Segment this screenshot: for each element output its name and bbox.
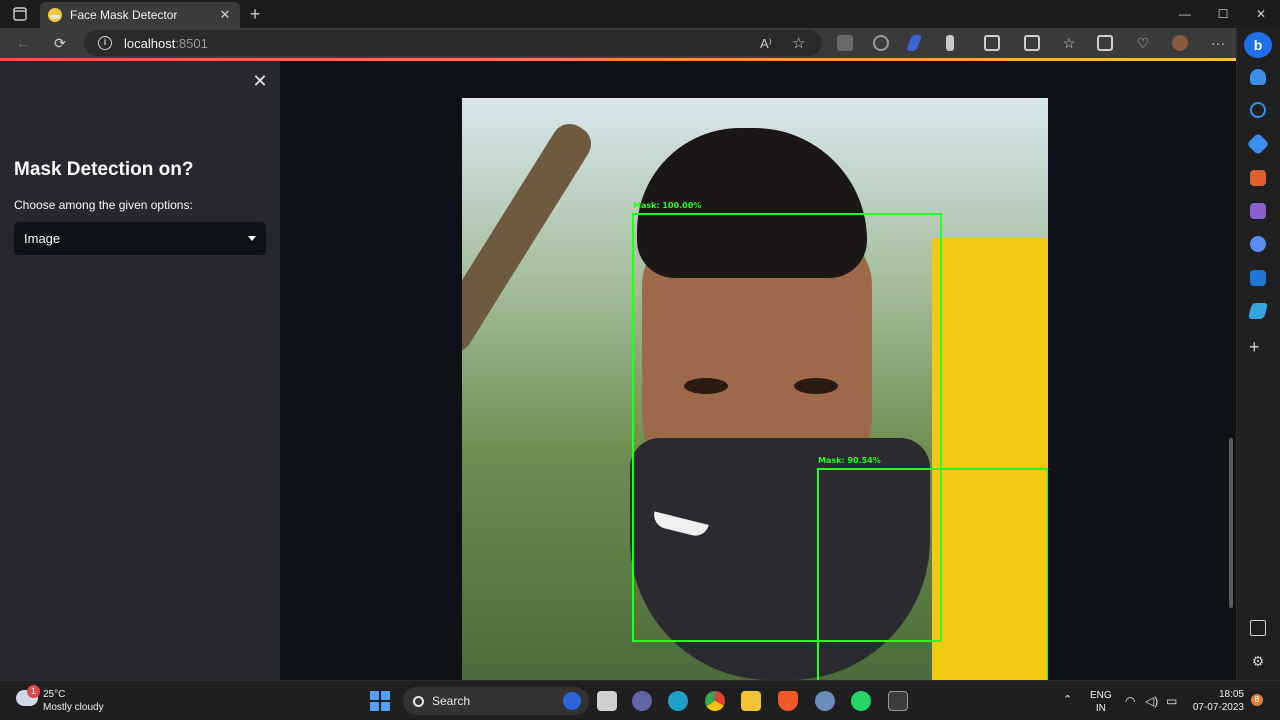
tray-chevron-up-icon[interactable]: ⌃	[1063, 693, 1072, 706]
sidebar-search-icon[interactable]	[1250, 102, 1266, 118]
teams-chat-icon[interactable]	[632, 691, 652, 711]
extension-pen-icon[interactable]	[906, 35, 922, 51]
url-port: :8501	[175, 36, 208, 51]
extension-question-icon[interactable]	[837, 35, 853, 51]
back-arrow-icon[interactable]: ←	[10, 31, 36, 55]
app-sidebar: ✕ Mask Detection on? Choose among the gi…	[0, 61, 280, 680]
weather-badge: 1	[27, 685, 40, 698]
detection-box-2	[817, 468, 1048, 680]
whatsapp-taskbar-icon[interactable]	[851, 691, 871, 711]
sidebar-outlook-icon[interactable]	[1250, 270, 1266, 286]
sidebar-heading: Mask Detection on?	[14, 159, 194, 180]
favorite-star-icon[interactable]: ☆	[792, 34, 805, 52]
select-label: Choose among the given options:	[14, 198, 193, 212]
windows-logo-tile	[381, 702, 390, 711]
language-code: ENG	[1090, 690, 1112, 701]
extensions-puzzle-icon[interactable]	[984, 35, 1000, 51]
start-button[interactable]	[370, 691, 390, 711]
tab-face-mask-detector[interactable]: Face Mask Detector ✕	[40, 2, 240, 28]
refresh-icon[interactable]: ⟳	[47, 31, 73, 55]
read-aloud-icon[interactable]: A⁾	[760, 36, 772, 52]
minimize-button[interactable]: —	[1166, 0, 1204, 28]
extension-vpn-icon[interactable]	[873, 35, 889, 51]
page-scrollbar[interactable]	[1229, 438, 1233, 608]
tab-title: Face Mask Detector	[70, 8, 178, 22]
settings-taskbar-icon[interactable]	[815, 691, 835, 711]
extension-audio-icon[interactable]	[946, 35, 954, 51]
site-info-icon[interactable]: i	[98, 36, 112, 50]
weather-temperature[interactable]: 25°C	[43, 689, 65, 700]
mode-select[interactable]: Image	[14, 222, 266, 255]
detection-label-2: Mask: 90.54%	[818, 456, 881, 465]
input-language[interactable]: ENG IN	[1090, 689, 1112, 715]
favicon-icon	[48, 8, 62, 22]
bing-copilot-icon[interactable]: b	[1244, 32, 1272, 58]
region-code: IN	[1095, 703, 1106, 714]
split-screen-icon[interactable]	[1024, 35, 1040, 51]
maximize-button[interactable]: ☐	[1204, 0, 1242, 28]
browser-essentials-icon[interactable]: ♡	[1130, 31, 1156, 55]
mode-select-value: Image	[24, 231, 61, 246]
collections-icon[interactable]	[1097, 35, 1113, 51]
wifi-icon[interactable]: ◠	[1125, 694, 1135, 708]
chrome-taskbar-icon[interactable]	[705, 691, 725, 711]
file-explorer-icon[interactable]	[741, 691, 761, 711]
sidebar-settings-gear-icon[interactable]: ⚙	[1250, 653, 1266, 669]
new-tab-button[interactable]: +	[244, 3, 266, 25]
battery-icon[interactable]: ▭	[1166, 694, 1177, 708]
sidebar-microsoft365-icon[interactable]	[1250, 236, 1266, 252]
windows-logo-tile	[370, 691, 379, 700]
url-host: localhost	[124, 36, 176, 51]
settings-more-icon[interactable]: ···	[1205, 31, 1231, 55]
windows-logo-tile	[370, 702, 379, 711]
windows-taskbar: 1 25°C Mostly cloudy Search ⌃ ENG IN ◠ ◁…	[0, 680, 1280, 720]
tab-actions-button[interactable]	[0, 0, 40, 28]
search-icon	[413, 695, 424, 707]
url-text[interactable]: localhost:8501	[124, 36, 208, 51]
notification-badge[interactable]: 8	[1251, 694, 1263, 706]
edge-taskbar-icon[interactable]	[668, 691, 688, 711]
clock[interactable]: 18:05 07-07-2023	[1192, 688, 1244, 714]
sidebar-games-icon[interactable]	[1250, 203, 1266, 219]
brave-taskbar-icon[interactable]	[778, 691, 798, 711]
sidebar-notifications-icon[interactable]	[1250, 69, 1266, 85]
close-window-button[interactable]: ✕	[1242, 0, 1280, 28]
clock-time: 18:05	[1218, 689, 1244, 700]
favorites-icon[interactable]: ☆	[1056, 31, 1082, 55]
photo-tree-branch	[462, 117, 598, 359]
sidebar-tools-icon[interactable]	[1250, 170, 1266, 186]
detection-label-1: Mask: 100.00%	[633, 201, 702, 210]
address-bar[interactable]: i localhost:8501 A⁾ ☆	[84, 30, 822, 56]
taskbar-search[interactable]: Search	[403, 687, 589, 715]
volume-icon[interactable]: ◁)	[1145, 694, 1158, 708]
sidebar-hide-icon[interactable]	[1250, 620, 1266, 636]
tab-actions-icon	[13, 7, 27, 21]
chevron-down-icon	[248, 236, 256, 241]
sidebar-close-button[interactable]: ✕	[250, 71, 270, 91]
tab-close-icon[interactable]: ✕	[218, 7, 232, 23]
search-placeholder: Search	[432, 694, 471, 708]
detection-result-image: Mask: 100.00% Mask: 90.54%	[462, 98, 1048, 680]
weather-condition[interactable]: Mostly cloudy	[43, 702, 104, 713]
terminal-taskbar-icon[interactable]	[888, 691, 908, 711]
clock-date: 07-07-2023	[1192, 702, 1244, 713]
bing-search-icon	[563, 692, 581, 710]
windows-logo-tile	[381, 691, 390, 700]
profile-avatar[interactable]	[1172, 35, 1188, 51]
task-view-icon[interactable]	[597, 691, 617, 711]
browser-toolbar: ← ⟳ i localhost:8501 A⁾ ☆ ☆ ♡ ···	[0, 28, 1280, 58]
sidebar-add-icon[interactable]: +	[1249, 337, 1260, 358]
